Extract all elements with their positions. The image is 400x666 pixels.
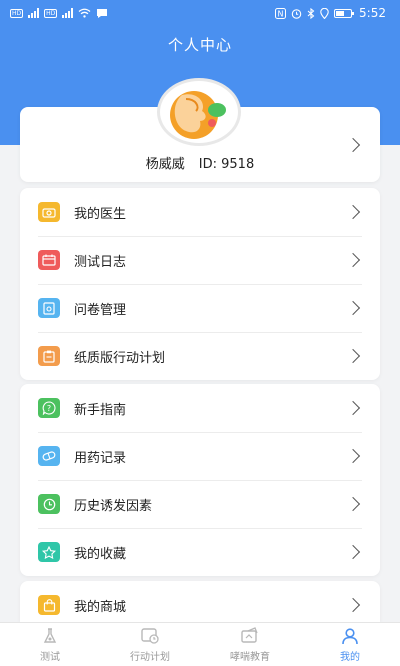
menu-item-trigger-history[interactable]: 历史诱发因素 [20, 480, 380, 528]
svg-text:?: ? [47, 404, 51, 413]
test-icon [40, 626, 60, 646]
chevron-right-icon [345, 204, 361, 220]
chevron-right-icon [345, 137, 361, 153]
chevron-right-icon [345, 496, 361, 512]
battery-icon [334, 8, 355, 18]
chevron-right-icon [345, 300, 361, 316]
status-bar: HD HD N 5:52 [0, 0, 400, 26]
menu-item-favorites[interactable]: 我的收藏 [20, 528, 380, 576]
profile-name: 杨威威 [145, 157, 185, 172]
chevron-right-icon [345, 400, 361, 416]
menu-item-label: 新手指南 [74, 402, 127, 418]
menu-item-my-doctor[interactable]: 我的医生 [20, 188, 380, 236]
profile-id: ID: 9518 [198, 157, 255, 172]
shopping-bag-icon [38, 595, 60, 615]
calendar-icon [38, 250, 60, 270]
menu-item-questionnaire[interactable]: 问卷管理 [20, 284, 380, 332]
menu-item-label: 问卷管理 [74, 302, 127, 318]
doctor-icon [38, 202, 60, 222]
menu-card-2: ? 新手指南 用药记录 历史诱发因素 我的收藏 [20, 384, 380, 576]
chevron-right-icon [345, 597, 361, 613]
tab-test[interactable]: 测试 [0, 623, 100, 666]
menu-item-label: 历史诱发因素 [74, 498, 153, 514]
status-bar-right: N 5:52 [275, 6, 386, 20]
svg-text:N: N [278, 9, 284, 18]
menu-item-label: 用药记录 [74, 450, 127, 466]
tab-label: 我的 [340, 652, 360, 663]
menu-item-label: 我的商城 [74, 599, 127, 615]
bluetooth-icon [307, 7, 315, 19]
menu-item-label: 我的收藏 [74, 546, 127, 562]
menu-item-label: 我的医生 [74, 206, 127, 222]
questionnaire-icon [38, 298, 60, 318]
status-bar-left: HD HD [10, 8, 108, 19]
menu-item-medication-record[interactable]: 用药记录 [20, 432, 380, 480]
bottom-tab-bar: 测试 行动计划 哮喘教育 我的 [0, 622, 400, 666]
clipboard-icon [38, 346, 60, 366]
tab-label: 哮喘教育 [230, 652, 270, 663]
chevron-right-icon [345, 348, 361, 364]
hd-tag: HD [10, 8, 24, 18]
star-icon [38, 542, 60, 562]
chevron-right-icon [345, 252, 361, 268]
menu-item-label: 测试日志 [74, 254, 127, 270]
avatar[interactable] [157, 78, 241, 146]
location-icon [320, 7, 329, 19]
menu-item-paper-action-plan[interactable]: 纸质版行动计划 [20, 332, 380, 380]
menu-card-1: 我的医生 测试日志 问卷管理 纸质版行动计划 [20, 188, 380, 380]
page-title: 个人中心 [167, 36, 232, 54]
tab-mine[interactable]: 我的 [300, 623, 400, 666]
pill-icon [38, 446, 60, 466]
status-time: 5:52 [359, 6, 386, 20]
wifi-icon [78, 8, 91, 18]
alarm-icon [291, 8, 302, 19]
nfc-icon: N [275, 7, 287, 19]
tab-asthma-education[interactable]: 哮喘教育 [200, 623, 300, 666]
menu-item-test-log[interactable]: 测试日志 [20, 236, 380, 284]
menu-item-my-mall[interactable]: 我的商城 [20, 581, 380, 622]
signal-icon [28, 8, 40, 18]
history-icon [38, 494, 60, 514]
profile-info: 杨威威 ID: 9518 [20, 153, 380, 172]
menu-card-3: 我的商城 [20, 581, 380, 622]
hd-tag: HD [44, 8, 58, 18]
menu-item-beginner-guide[interactable]: ? 新手指南 [20, 384, 380, 432]
education-icon [240, 626, 260, 646]
chevron-right-icon [345, 544, 361, 560]
avatar-logo-icon [170, 91, 226, 139]
question-icon: ? [38, 398, 60, 418]
tab-label: 测试 [40, 652, 60, 663]
message-icon [97, 8, 108, 18]
user-icon [340, 626, 360, 646]
chevron-right-icon [345, 448, 361, 464]
tab-action-plan[interactable]: 行动计划 [100, 623, 200, 666]
menu-item-label: 纸质版行动计划 [74, 350, 166, 366]
tab-label: 行动计划 [130, 652, 170, 663]
plan-icon [140, 626, 160, 646]
signal-icon [62, 8, 74, 18]
